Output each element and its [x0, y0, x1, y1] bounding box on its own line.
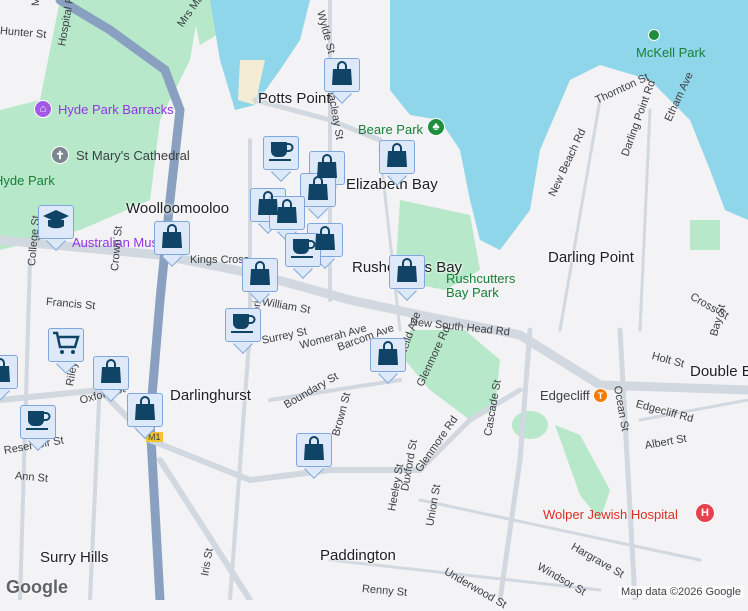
shopping-bag-marker[interactable] [370, 338, 406, 384]
marker-box [263, 136, 299, 170]
marker-box [370, 338, 406, 372]
park-icon [648, 29, 660, 41]
coffee-cup-icon [230, 312, 256, 339]
coffee-cup-icon [268, 140, 294, 167]
shopping-bag-marker[interactable] [127, 393, 163, 439]
place-surry-hills: Surry Hills [40, 549, 109, 566]
place-potts-point: Potts Point [258, 90, 331, 107]
marker-box [20, 405, 56, 439]
poi-hyde-park-barracks[interactable]: Hyde Park Barracks [58, 102, 174, 117]
marker-box [48, 328, 84, 362]
shopping-bag-icon [303, 435, 325, 465]
marker-box [93, 356, 129, 390]
marker-box [300, 173, 336, 207]
shopping-bag-icon [377, 340, 399, 370]
google-logo[interactable]: Google [6, 577, 68, 598]
marker-box [0, 355, 18, 389]
shopping-bag-icon [161, 223, 183, 253]
poi-edgecliff-station[interactable]: Edgecliff [540, 388, 590, 403]
shopping-bag-marker[interactable] [300, 173, 336, 219]
shopping-bag-icon [386, 142, 408, 172]
coffee-cup-marker[interactable] [225, 308, 261, 354]
marker-box [225, 308, 261, 342]
place-woolloomooloo: Woolloomooloo [126, 200, 230, 217]
marker-box [38, 205, 74, 239]
shopping-bag-icon [100, 358, 122, 388]
coffee-cup-icon [290, 237, 316, 264]
shopping-bag-marker[interactable] [296, 433, 332, 479]
street-label: Macquarie St [30, 0, 42, 6]
church-icon[interactable]: ✝ [51, 146, 69, 164]
place-kings-cross: Kings Cross [190, 254, 250, 266]
marker-box [285, 233, 321, 267]
marker-box [296, 433, 332, 467]
shopping-bag-icon [396, 257, 418, 287]
shopping-bag-marker[interactable] [242, 258, 278, 304]
marker-box [242, 258, 278, 292]
shopping-cart-marker[interactable] [48, 328, 84, 374]
shopping-bag-marker[interactable] [154, 221, 190, 267]
shopping-bag-icon [307, 175, 329, 205]
marker-box [379, 140, 415, 174]
poi-beare-park[interactable]: Beare Park [358, 122, 423, 137]
place-darlinghurst: Darlinghurst [170, 387, 251, 404]
museum-icon[interactable]: ⌂ [34, 100, 52, 118]
marker-box [154, 221, 190, 255]
marker-box [324, 58, 360, 92]
place-darling-point: Darling Point [548, 249, 634, 266]
poi-rushcutters-bay-park[interactable]: Rushcutters Bay Park [446, 272, 526, 300]
poi-mckell-park[interactable]: McKell Park [636, 45, 705, 60]
shopping-bag-icon [0, 357, 11, 387]
poi-wolper-jewish-hospital[interactable]: Wolper Jewish Hospital [543, 507, 678, 522]
train-station-icon[interactable]: T [593, 388, 608, 403]
marker-box [389, 255, 425, 289]
shopping-cart-icon [52, 331, 80, 360]
park-icon[interactable]: ♣ [427, 118, 445, 136]
poi-st-marys-cathedral[interactable]: St Mary's Cathedral [76, 148, 190, 163]
hospital-icon[interactable]: H [695, 503, 715, 523]
place-paddington: Paddington [320, 547, 396, 564]
map-attribution[interactable]: Map data ©2026 Google [617, 586, 744, 598]
graduation-cap-marker[interactable] [38, 205, 74, 251]
shopping-bag-marker[interactable] [0, 355, 18, 401]
coffee-cup-icon [25, 409, 51, 436]
shopping-bag-marker[interactable] [389, 255, 425, 301]
shopping-bag-icon [276, 198, 298, 228]
shopping-bag-icon [134, 395, 156, 425]
shopping-bag-marker[interactable] [324, 58, 360, 104]
shopping-bag-icon [331, 60, 353, 90]
shopping-bag-icon [249, 260, 271, 290]
shopping-bag-marker[interactable] [93, 356, 129, 402]
coffee-cup-marker[interactable] [20, 405, 56, 451]
marker-box [127, 393, 163, 427]
poi-hyde-park[interactable]: Hyde Park [0, 173, 55, 188]
coffee-cup-marker[interactable] [263, 136, 299, 182]
coffee-cup-marker[interactable] [285, 233, 321, 279]
shopping-bag-marker[interactable] [379, 140, 415, 186]
place-double-bay: Double Bay [690, 363, 748, 380]
graduation-cap-icon [42, 209, 70, 236]
